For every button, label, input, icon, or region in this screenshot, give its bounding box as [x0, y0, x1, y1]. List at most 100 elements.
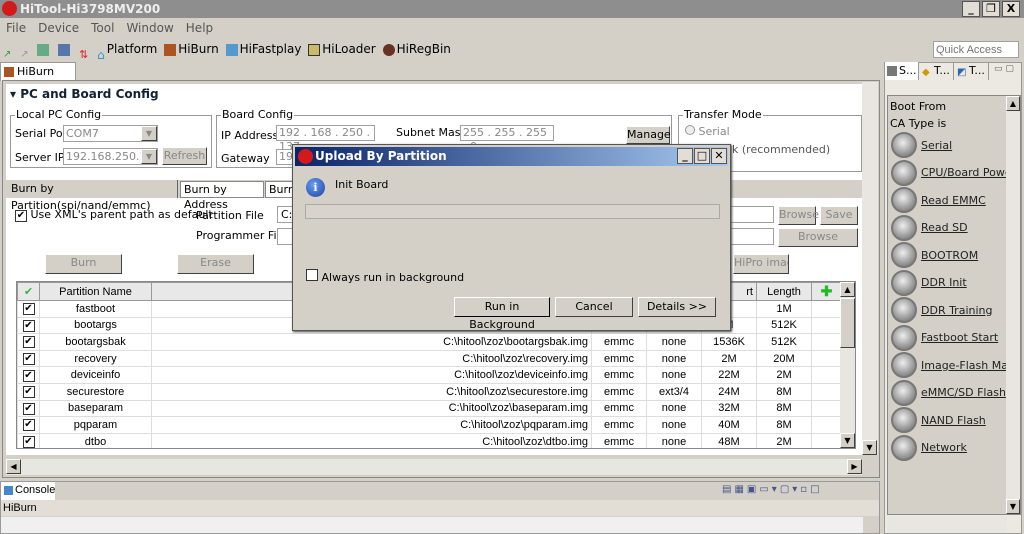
row-checkbox[interactable]: ✔ — [17, 316, 40, 335]
main-vertical-scrollbar[interactable]: ▼ — [862, 82, 878, 455]
tab-hiburn-view[interactable]: HiBurn View — [0, 62, 76, 96]
scroll-down-icon[interactable]: ▼ — [840, 433, 855, 448]
subnet-mask-input[interactable]: 255 . 255 . 255 . 0 — [460, 125, 554, 153]
disconnect-icon[interactable]: ↗ — [20, 44, 28, 60]
row-checkbox[interactable]: ✔ — [17, 399, 40, 418]
save-button[interactable]: Save — [820, 206, 858, 225]
dialog-minimize-button[interactable]: _ — [677, 148, 693, 164]
row-checkbox[interactable]: ✔ — [17, 349, 40, 368]
menu-device[interactable]: Device — [38, 21, 79, 35]
row-checkbox[interactable]: ✔ — [17, 382, 40, 401]
maximize-view-icon[interactable]: □ — [810, 484, 822, 495]
boot-step-link[interactable]: Fastboot Start — [921, 331, 998, 344]
toolbar-hifastplay[interactable]: HiFastplay — [223, 42, 301, 56]
boot-step-link[interactable]: Network — [921, 441, 967, 454]
table-row[interactable]: ✔ recovery C:\hitool\zoz\recovery.img em… — [17, 349, 842, 368]
boot-step-link[interactable]: DDR Training — [921, 304, 992, 317]
boot-step[interactable]: CPU/Board Power- — [891, 159, 1019, 186]
table-row[interactable]: ✔ securestore C:\hitool\zoz\securestore.… — [17, 382, 842, 401]
header-length[interactable]: Length — [756, 282, 812, 301]
new-console-icon[interactable]: ▢▾ — [780, 484, 800, 495]
hipro-image-button[interactable]: HiPro image — [733, 254, 789, 274]
terminal-icon[interactable] — [58, 43, 71, 56]
row-checkbox[interactable]: ✔ — [17, 432, 40, 448]
chevron-down-icon[interactable]: ▼ — [141, 149, 157, 164]
tab-status[interactable]: S... — [885, 62, 919, 80]
burn-button[interactable]: Burn — [45, 254, 122, 274]
boot-step[interactable]: Read EMMC — [891, 187, 986, 213]
toolbar-hiloader[interactable]: HiLoader — [305, 42, 376, 56]
server-ip-select[interactable]: 192.168.250.136 ▼ — [63, 148, 158, 165]
main-horizontal-scrollbar[interactable]: ◀ ▶ — [6, 459, 862, 475]
minimize-button[interactable]: _ — [962, 1, 980, 17]
restore-button[interactable]: ❐ — [982, 1, 1000, 17]
boot-step-link[interactable]: DDR Init — [921, 276, 967, 289]
boot-step[interactable]: DDR Training — [891, 297, 992, 323]
connect-icon[interactable]: ↗ — [3, 44, 11, 60]
cell-file[interactable]: C:\hitool\zoz\recovery.img — [151, 349, 592, 368]
scroll-down-icon[interactable]: ▼ — [862, 440, 877, 455]
menu-help[interactable]: Help — [186, 21, 213, 35]
board-icon[interactable] — [37, 43, 50, 56]
run-in-background-button[interactable]: Run in Background — [454, 297, 550, 331]
close-button[interactable]: X — [1002, 1, 1020, 17]
tab-console[interactable]: Console — [1, 482, 55, 500]
boot-step[interactable]: eMMC/SD Flash — [891, 379, 1006, 406]
boot-step-link[interactable]: Serial — [921, 139, 952, 152]
scroll-left-icon[interactable]: ◀ — [6, 459, 21, 474]
table-row[interactable]: ✔ deviceinfo C:\hitool\zoz\deviceinfo.im… — [17, 366, 842, 384]
details-button[interactable]: Details >> — [638, 297, 716, 317]
serial-radio[interactable]: Serial — [685, 125, 730, 138]
boot-step[interactable]: NAND Flash — [891, 407, 986, 433]
section-pc-board-config[interactable]: ▾ PC and Board Config — [10, 86, 159, 102]
pin-icon[interactable]: ▣ — [747, 484, 759, 495]
view-minmax-icons[interactable]: ▭ ▢ — [994, 64, 1014, 74]
boot-step[interactable]: Read SD — [891, 214, 968, 241]
boot-step-link[interactable]: NAND Flash — [921, 414, 986, 427]
tab-burn-by-partition[interactable]: Burn by Partition(spi/nand/emmc) — [7, 180, 178, 212]
boot-step[interactable]: Image-Flash Match — [891, 352, 1020, 378]
refresh-button[interactable]: Refresh — [162, 147, 207, 165]
table-vertical-scrollbar[interactable]: ▲ ▼ — [840, 282, 855, 448]
menu-tool[interactable]: Tool — [91, 21, 114, 35]
quick-access-input[interactable] — [933, 41, 1019, 58]
browse-partition-button[interactable]: Browse — [778, 206, 819, 225]
cell-file[interactable]: C:\hitool\zoz\pqparam.img — [151, 416, 592, 434]
boot-step[interactable]: BOOTROM — [891, 242, 978, 268]
use-xml-checkbox[interactable]: ✔ Use XML's parent path as default — [15, 208, 213, 222]
cell-file[interactable]: C:\hitool\zoz\dtbo.img — [151, 432, 592, 448]
table-row[interactable]: ✔ bootargsbak C:\hitool\zoz\bootargsbak.… — [17, 333, 842, 351]
scroll-up-icon[interactable]: ▲ — [840, 282, 855, 297]
toolbar-hiregbin[interactable]: HiRegBin — [380, 42, 451, 56]
cell-file[interactable]: C:\hitool\zoz\securestore.img — [151, 382, 592, 401]
steps-horizontal-scrollbar[interactable] — [887, 516, 1007, 532]
serial-port-select[interactable]: COM7 ▼ — [63, 125, 158, 142]
menu-window[interactable]: Window — [126, 21, 173, 35]
boot-step-link[interactable]: eMMC/SD Flash — [921, 386, 1006, 399]
cell-file[interactable]: C:\hitool\zoz\bootargsbak.img — [151, 333, 592, 351]
row-checkbox[interactable]: ✔ — [17, 366, 40, 384]
browse-programmer-button[interactable]: Browse — [778, 228, 858, 247]
menu-file[interactable]: File — [6, 21, 26, 35]
boot-step[interactable]: DDR Init — [891, 269, 967, 296]
boot-step[interactable]: Fastboot Start — [891, 324, 998, 351]
row-checkbox[interactable]: ✔ — [17, 300, 40, 318]
tab-t2[interactable]: ◩ T... — [955, 62, 989, 80]
network-radio-label[interactable]: k (recommended) — [732, 143, 830, 156]
boot-step[interactable]: Network — [891, 434, 967, 461]
toolbar-platform[interactable]: ⌂ Platform — [94, 42, 157, 62]
table-row[interactable]: ✔ baseparam C:\hitool\zoz\baseparam.img … — [17, 399, 842, 418]
clear-console-icon[interactable]: ▤ — [722, 484, 734, 495]
ip-address-input[interactable]: 192 . 168 . 250 . 137 — [276, 125, 375, 153]
scroll-thumb[interactable] — [840, 298, 855, 348]
chevron-down-icon[interactable]: ▼ — [141, 126, 157, 141]
cell-file[interactable]: C:\hitool\zoz\baseparam.img — [151, 399, 592, 418]
transfer-icon[interactable]: ⇅ — [79, 44, 88, 61]
console-horizontal-scrollbar[interactable] — [1, 517, 863, 533]
display-console-icon[interactable]: ▭▾ — [759, 484, 779, 495]
manage-button[interactable]: Manage — [626, 126, 671, 144]
always-run-bg-checkbox[interactable]: Always run in background — [306, 269, 464, 284]
boot-step-link[interactable]: Read SD — [921, 221, 968, 234]
erase-button[interactable]: Erase — [177, 254, 254, 274]
steps-vertical-scrollbar[interactable]: ▲ ▼ — [1006, 96, 1020, 514]
